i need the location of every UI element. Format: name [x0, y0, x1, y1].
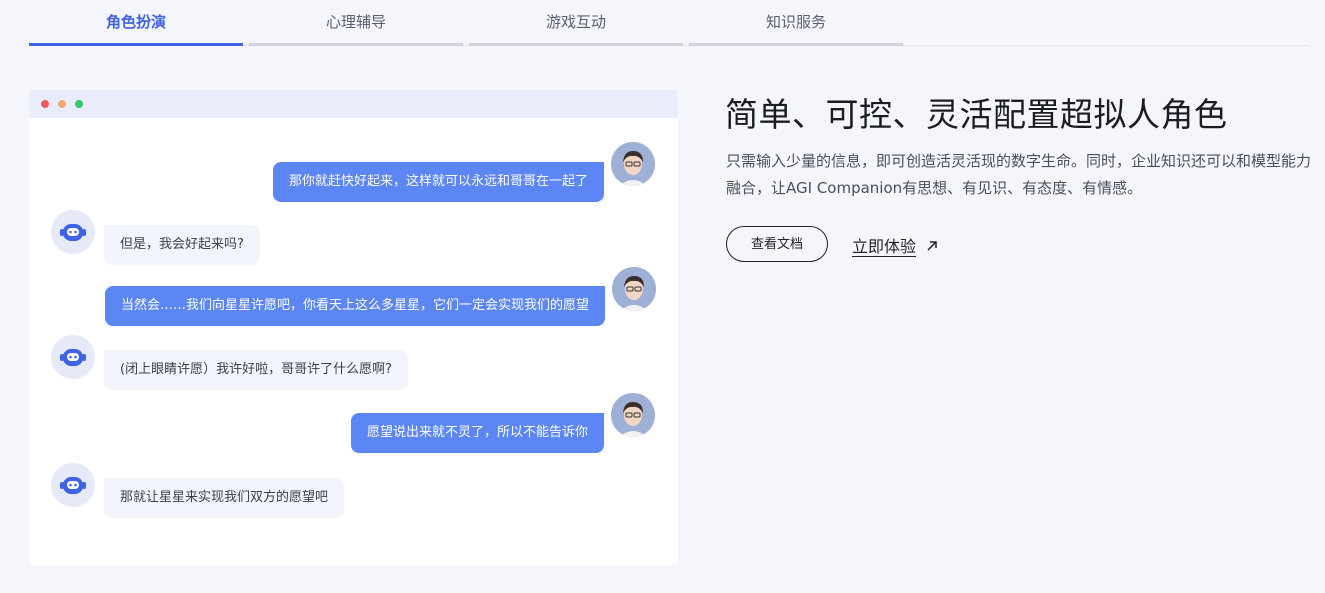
chat-window: 那你就赶快好起来，这样就可以永远和哥哥在一起了 但是，我会好起来吗? 当然会………	[29, 90, 678, 565]
close-dot-icon	[41, 100, 49, 108]
tab-indicator	[469, 43, 683, 46]
user-avatar	[611, 142, 655, 186]
arrow-up-right-icon	[926, 237, 938, 256]
tab-role-play[interactable]: 角色扮演	[29, 0, 243, 46]
bot-avatar	[51, 463, 95, 507]
bot-message: 那就让星星来实现我们双方的愿望吧	[104, 478, 345, 518]
window-titlebar	[29, 90, 678, 118]
tab-indicator	[689, 43, 903, 46]
tab-bar: 角色扮演 心理辅导 游戏互动 知识服务	[29, 0, 1309, 46]
tab-label: 角色扮演	[105, 13, 166, 31]
try-now-label: 立即体验	[852, 237, 917, 256]
user-message: 那你就赶快好起来，这样就可以永远和哥哥在一起了	[272, 162, 604, 202]
view-docs-button[interactable]: 查看文档	[726, 226, 828, 262]
tab-game-interaction[interactable]: 游戏互动	[469, 0, 683, 46]
bot-avatar	[51, 335, 95, 379]
bot-message: 但是，我会好起来吗?	[104, 225, 260, 265]
tab-indicator	[29, 43, 243, 46]
tab-label: 知识服务	[765, 13, 826, 31]
bot-message: (闭上眼睛许愿）我许好啦，哥哥许了什么愿啊?	[104, 350, 408, 390]
user-avatar	[612, 267, 656, 311]
robot-icon	[60, 349, 86, 366]
tab-psych-counsel[interactable]: 心理辅导	[249, 0, 463, 46]
person-avatar-icon	[612, 267, 656, 311]
person-avatar-icon	[611, 142, 655, 186]
tab-label: 心理辅导	[325, 13, 386, 31]
minimize-dot-icon	[58, 100, 66, 108]
tab-label: 游戏互动	[545, 13, 606, 31]
robot-icon	[60, 224, 86, 241]
tab-indicator	[249, 43, 463, 46]
maximize-dot-icon	[75, 100, 83, 108]
hero-description: 只需输入少量的信息，即可创造活灵活现的数字生命。同时，企业知识还可以和模型能力融…	[726, 152, 1312, 197]
user-message: 当然会……我们向星星许愿吧，你看天上这么多星星，它们一定会实现我们的愿望	[104, 286, 605, 326]
user-message: 愿望说出来就不灵了，所以不能告诉你	[350, 413, 604, 453]
bot-avatar	[51, 210, 95, 254]
person-avatar-icon	[611, 393, 655, 437]
robot-icon	[60, 477, 86, 494]
try-now-link[interactable]: 立即体验	[852, 233, 938, 257]
hero-title: 简单、可控、灵活配置超拟人角色	[725, 95, 1228, 134]
user-avatar	[611, 393, 655, 437]
tab-knowledge-service[interactable]: 知识服务	[689, 0, 903, 46]
